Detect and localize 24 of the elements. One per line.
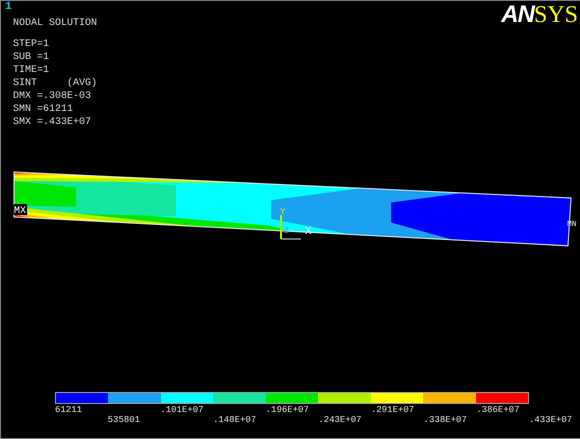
- info-line: SMX =.433E+07: [13, 116, 92, 129]
- legend-value: .338E+07: [424, 415, 467, 425]
- legend-value: 61211: [55, 405, 82, 415]
- plot-title: NODAL SOLUTION: [12, 17, 98, 30]
- info-line: SMN =61211: [13, 103, 74, 116]
- legend-value: .386E+07: [476, 405, 520, 415]
- legend-value: .101E+07: [160, 405, 204, 415]
- legend-value: .243E+07: [318, 415, 362, 425]
- info-line: TIME=1: [13, 64, 50, 77]
- legend-value: .291E+07: [370, 405, 414, 415]
- window-number: 1: [5, 1, 12, 14]
- legend-value: 535801: [108, 415, 140, 425]
- info-line: SUB =1: [13, 51, 50, 64]
- legend-value: .433E+07: [529, 415, 572, 425]
- logo: ANSYS: [501, 1, 579, 30]
- info-line: SINT (AVG): [13, 77, 98, 90]
- max-label: MX: [14, 206, 26, 217]
- legend-value: .196E+07: [266, 405, 309, 415]
- info-line: DMX =.308E-03: [13, 90, 92, 103]
- legend-value: .148E+07: [212, 415, 256, 425]
- axis-label: Z: [284, 227, 289, 236]
- info-line: STEP=1: [13, 38, 50, 51]
- axis-label: Y: [280, 207, 286, 217]
- axis-triad: [280, 215, 302, 240]
